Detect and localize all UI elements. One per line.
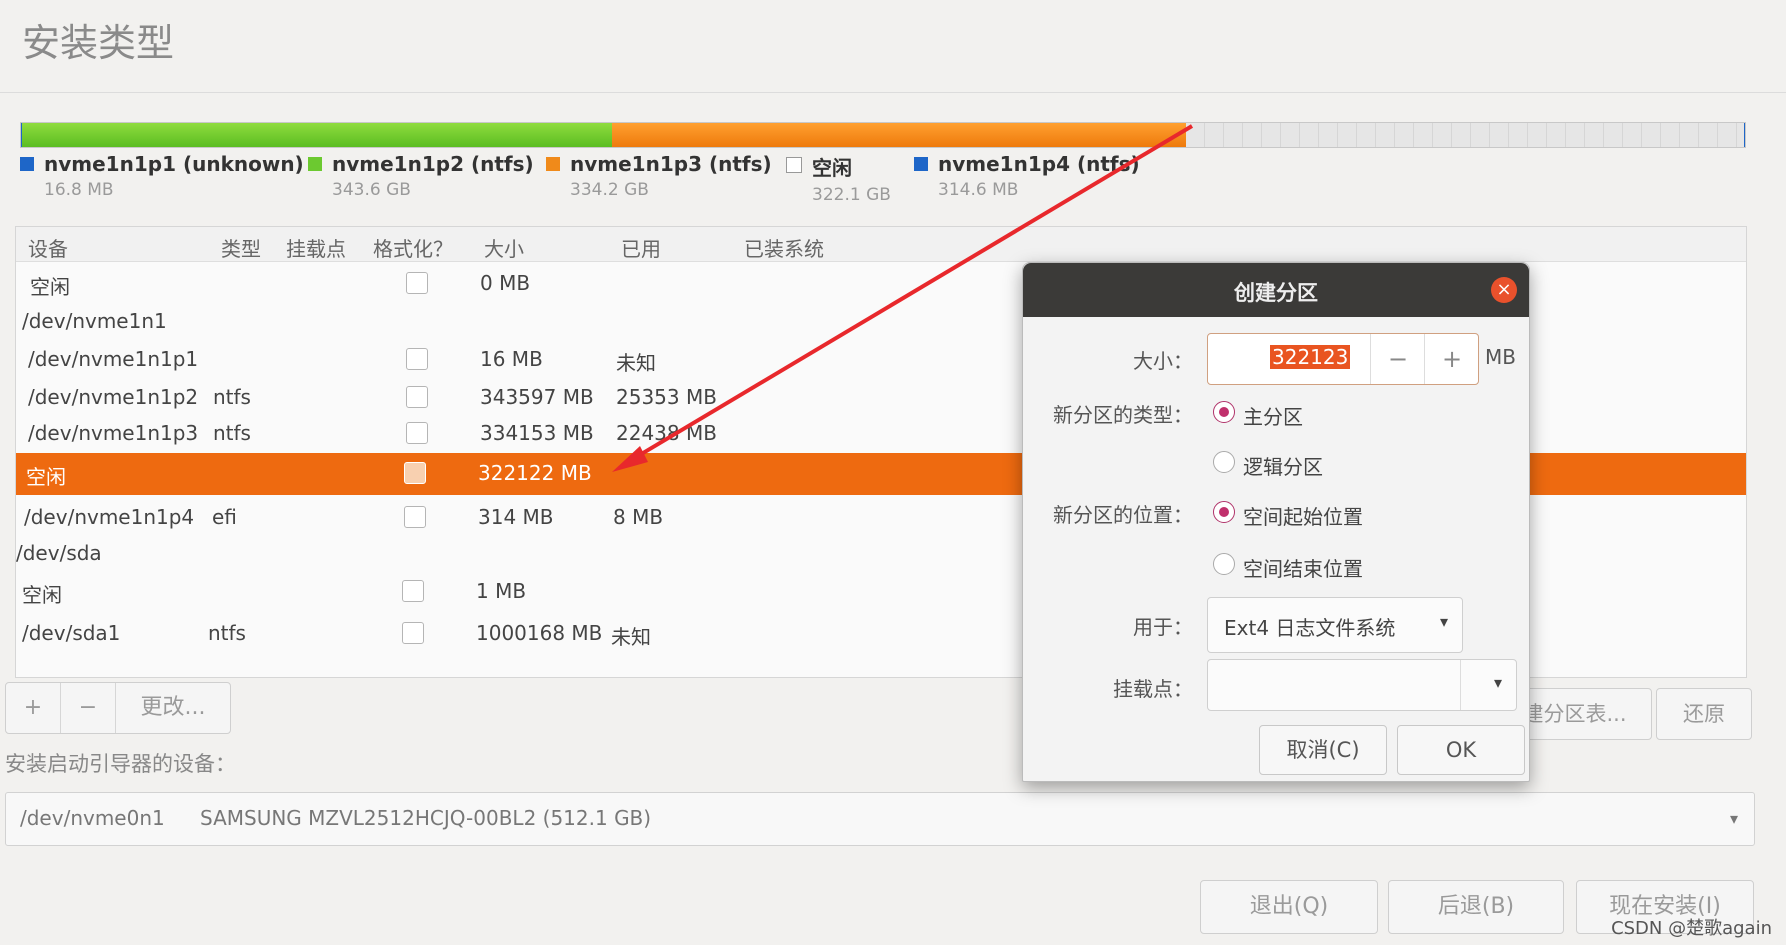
combo-divider — [1460, 660, 1461, 710]
use-as-label: 用于： — [1133, 615, 1193, 639]
dialog-titlebar: 创建分区 × — [1023, 263, 1529, 317]
mount-point-label: 挂载点： — [1113, 677, 1193, 701]
chevron-down-icon[interactable]: ▾ — [1494, 673, 1502, 692]
location-label: 新分区的位置： — [1053, 503, 1193, 527]
ok-button[interactable]: OK — [1397, 725, 1525, 775]
location-end-label[interactable]: 空间结束位置 — [1243, 553, 1363, 582]
logical-partition-label[interactable]: 逻辑分区 — [1243, 451, 1323, 480]
type-label: 新分区的类型： — [1053, 403, 1193, 427]
mount-point-combobox[interactable]: ▾ — [1207, 659, 1517, 711]
dialog-title: 创建分区 — [1234, 281, 1318, 305]
increment-button[interactable]: + — [1424, 334, 1479, 384]
annotation-arrow-head — [612, 446, 648, 472]
size-label: 大小： — [1133, 349, 1193, 373]
close-icon[interactable]: × — [1491, 277, 1517, 303]
cancel-button[interactable]: 取消(C) — [1259, 725, 1387, 775]
primary-partition-radio[interactable] — [1213, 401, 1235, 423]
location-end-radio[interactable] — [1213, 553, 1235, 575]
use-as-value: Ext4 日志文件系统 — [1224, 616, 1396, 640]
size-input[interactable]: 322123 — [1270, 345, 1351, 369]
size-unit: MB — [1485, 345, 1516, 369]
logical-partition-radio[interactable] — [1213, 451, 1235, 473]
location-start-label[interactable]: 空间起始位置 — [1243, 501, 1363, 530]
chevron-down-icon: ▾ — [1439, 612, 1448, 631]
primary-partition-label[interactable]: 主分区 — [1243, 401, 1303, 430]
location-start-radio[interactable] — [1213, 501, 1235, 523]
decrement-button[interactable]: − — [1370, 334, 1425, 384]
use-as-dropdown[interactable]: Ext4 日志文件系统 ▾ — [1207, 597, 1463, 653]
create-partition-dialog: 创建分区 × 大小： 322123 − + MB 新分区的类型： 主分区 逻辑分… — [1022, 262, 1530, 782]
size-spinbox[interactable]: 322123 − + — [1207, 333, 1479, 385]
